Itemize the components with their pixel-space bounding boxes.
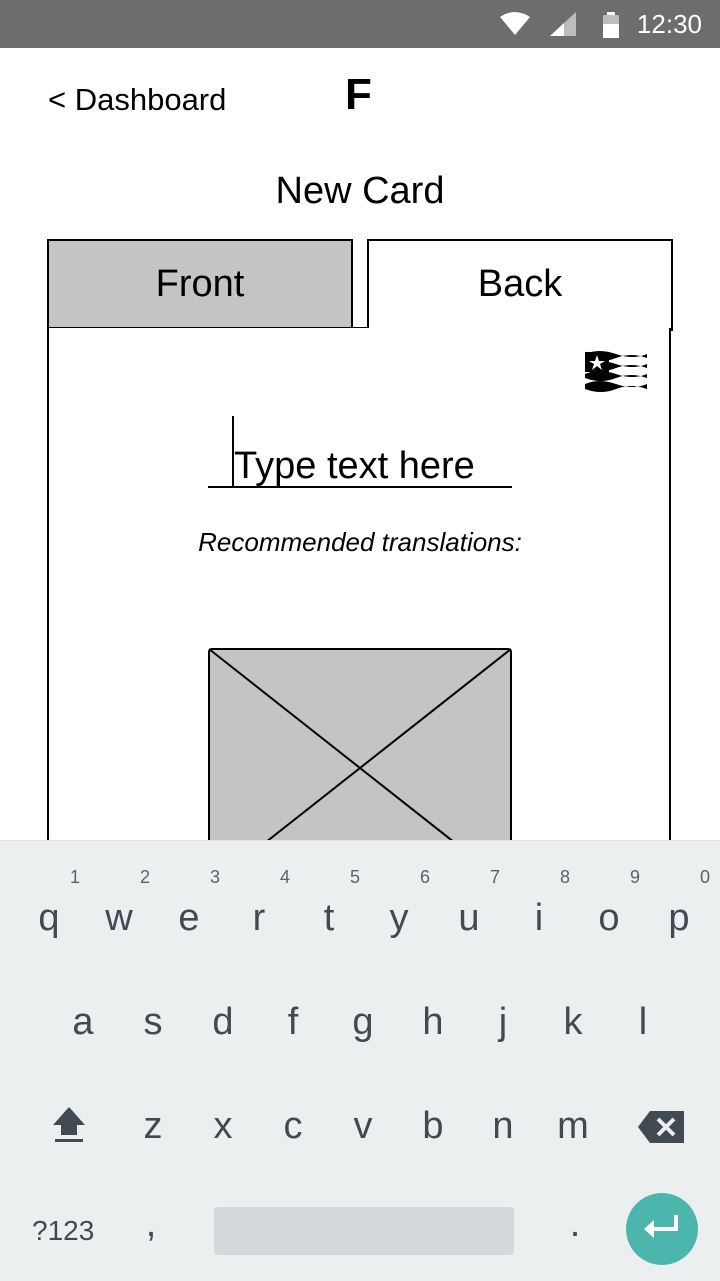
key-hint: 6	[419, 867, 430, 887]
key-z[interactable]: z	[118, 1105, 188, 1148]
enter-key[interactable]	[626, 1193, 698, 1265]
key-i[interactable]: 8i	[504, 867, 574, 940]
key-x[interactable]: x	[188, 1105, 258, 1148]
space-key[interactable]	[214, 1207, 514, 1255]
shift-key[interactable]	[34, 1103, 104, 1153]
key-v[interactable]: v	[328, 1105, 398, 1148]
key-c[interactable]: c	[258, 1105, 328, 1148]
key-j[interactable]: j	[468, 1001, 538, 1044]
key-hint: 1	[69, 867, 80, 887]
key-label: w	[105, 897, 133, 939]
key-e[interactable]: 3e	[154, 867, 224, 940]
key-label: y	[389, 897, 409, 939]
signal-icon	[550, 12, 576, 41]
key-o[interactable]: 9o	[574, 867, 644, 940]
key-hint: 8	[559, 867, 570, 887]
key-b[interactable]: b	[398, 1105, 468, 1148]
key-hint: 4	[279, 867, 290, 887]
status-bar: 12:30	[0, 0, 720, 48]
key-h[interactable]: h	[398, 1001, 468, 1044]
key-p[interactable]: 0p	[644, 867, 714, 940]
key-f[interactable]: f	[258, 1001, 328, 1044]
recommended-translations-label: Recommended translations:	[198, 527, 522, 557]
page-title: New Card	[275, 170, 445, 212]
backspace-key[interactable]	[626, 1109, 696, 1155]
key-label: i	[534, 897, 544, 939]
key-a[interactable]: a	[48, 1001, 118, 1044]
tab-front[interactable]: Front	[47, 239, 353, 329]
key-t[interactable]: 5t	[294, 867, 364, 940]
key-k[interactable]: k	[538, 1001, 608, 1044]
status-time: 12:30	[636, 9, 702, 39]
key-l[interactable]: l	[608, 1001, 678, 1044]
key-label: e	[178, 897, 200, 939]
key-hint: 3	[209, 867, 220, 887]
key-n[interactable]: n	[468, 1105, 538, 1148]
flag-icon[interactable]	[583, 350, 649, 399]
key-label: o	[598, 897, 620, 939]
key-hint: 2	[139, 867, 150, 887]
tab-back[interactable]: Back	[367, 239, 673, 331]
key-label: u	[458, 897, 480, 939]
key-hint: 5	[349, 867, 360, 887]
key-r[interactable]: 4r	[224, 867, 294, 940]
key-d[interactable]: d	[188, 1001, 258, 1044]
key-label: t	[323, 897, 335, 939]
key-s[interactable]: s	[118, 1001, 188, 1044]
text-caret	[232, 416, 234, 488]
key-g[interactable]: g	[328, 1001, 398, 1044]
wifi-icon	[500, 12, 530, 41]
key-u[interactable]: 7u	[434, 867, 504, 940]
key-m[interactable]: m	[538, 1105, 608, 1148]
key-w[interactable]: 2w	[84, 867, 154, 940]
battery-icon	[602, 12, 620, 43]
key-label: p	[668, 897, 690, 939]
card-text-input[interactable]: Type text here	[208, 416, 512, 488]
key-hint: 0	[699, 867, 710, 887]
period-key[interactable]: .	[540, 1203, 610, 1246]
key-hint: 9	[629, 867, 640, 887]
key-label: q	[38, 897, 60, 939]
app-logo: F	[345, 70, 372, 119]
soft-keyboard: 1q2w3e4r5t6y7u8i9o0p asdfghjkl zxcvbnm ?…	[0, 840, 720, 1281]
symbols-key[interactable]: ?123	[32, 1215, 94, 1247]
key-hint: 7	[489, 867, 500, 887]
dashboard-back-link[interactable]: < Dashboard	[48, 82, 226, 118]
key-q[interactable]: 1q	[14, 867, 84, 940]
key-y[interactable]: 6y	[364, 867, 434, 940]
comma-key[interactable]: ,	[116, 1203, 186, 1246]
key-label: r	[252, 897, 266, 939]
